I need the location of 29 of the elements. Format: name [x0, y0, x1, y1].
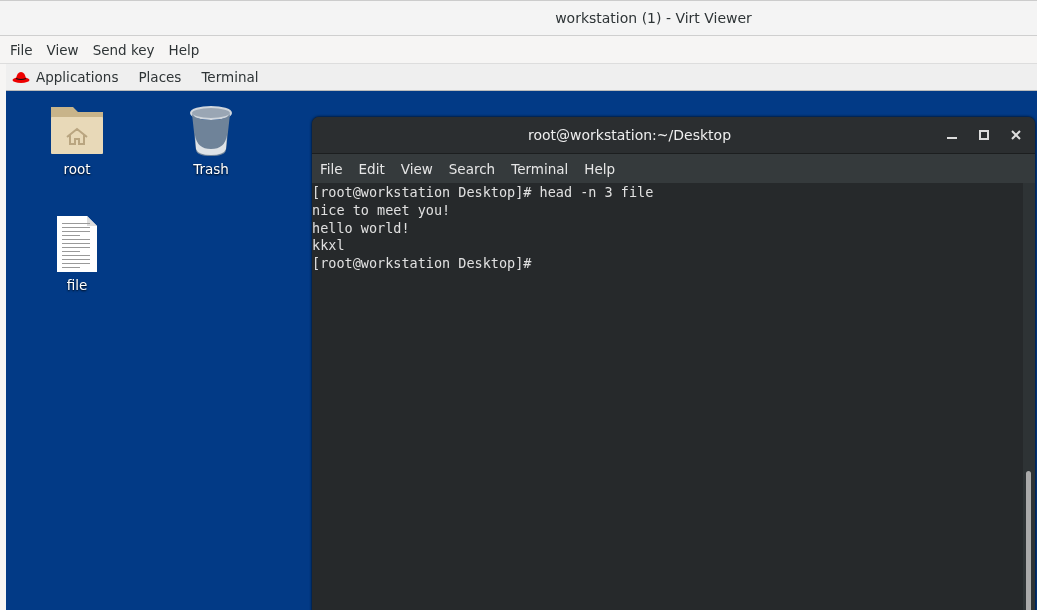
- hat-icon: [12, 71, 30, 83]
- panel-menu[interactable]: Places: [138, 69, 182, 85]
- terminal-line: nice to meet you!: [312, 201, 451, 220]
- menu-item[interactable]: Send key: [92, 41, 169, 58]
- menu-item[interactable]: Edit: [358, 160, 385, 177]
- terminal-line: [root@workstation Desktop]#: [312, 255, 532, 273]
- icon-label: root: [63, 161, 91, 177]
- panel-menu[interactable]: Applications: [36, 69, 119, 85]
- maximize-icon[interactable]: [979, 130, 989, 140]
- window-title: workstation (1) - Virt Viewer: [555, 10, 752, 26]
- scrollbar[interactable]: [1023, 183, 1035, 610]
- menu-item[interactable]: View: [400, 160, 433, 177]
- terminal-title: root@workstation:~/Desktop: [527, 127, 732, 143]
- close-icon[interactable]: [1011, 130, 1021, 140]
- menu-item[interactable]: File: [320, 160, 343, 177]
- terminal-line: hello world!: [312, 219, 410, 238]
- menu-item[interactable]: Search: [448, 160, 496, 177]
- menu-item[interactable]: File: [10, 41, 47, 58]
- menu-item[interactable]: Terminal: [511, 160, 569, 177]
- panel-menu[interactable]: Terminal: [201, 69, 259, 85]
- menu-item[interactable]: Help: [584, 160, 616, 177]
- terminal-line: kkxl: [312, 237, 345, 256]
- trash-icon[interactable]: [189, 105, 233, 157]
- icon-label: Trash: [193, 161, 229, 177]
- icon-label: file: [66, 277, 88, 293]
- document-icon[interactable]: [56, 215, 98, 273]
- menu-item[interactable]: View: [46, 41, 93, 58]
- menu-item[interactable]: Help: [168, 41, 214, 58]
- terminal-line: [root@workstation Desktop]# head -n 3 file: [312, 184, 654, 202]
